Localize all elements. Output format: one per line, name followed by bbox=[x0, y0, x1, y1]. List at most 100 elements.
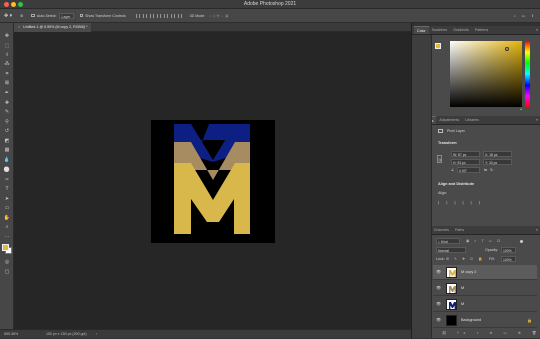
align-left-edges-icon[interactable] bbox=[135, 13, 140, 18]
magic-wand-tool-icon[interactable]: ⁂ bbox=[3, 61, 11, 67]
lasso-tool-icon[interactable]: ℓ bbox=[3, 52, 11, 58]
rectangle-tool-icon[interactable]: ▭ bbox=[3, 205, 11, 211]
layer-name[interactable]: M bbox=[461, 286, 464, 290]
document-tab-bar: × Untitled-1 @ 6.55% (M copy 2, RGB/8) * bbox=[14, 23, 411, 32]
brush-tool-icon[interactable]: ✎ bbox=[3, 109, 11, 115]
align-buttons-icon[interactable]: ⫿ ⫿ ⫿ ⫿ ⫿ ⫿ bbox=[438, 201, 483, 205]
clone-stamp-tool-icon[interactable]: ⚲ bbox=[3, 119, 11, 125]
y-field[interactable]: Y: 33 px bbox=[483, 159, 512, 165]
type-tool-icon[interactable]: T bbox=[3, 186, 11, 192]
3d-orbit-icon[interactable]: ◐ ◎ ✥ ⇔ ▣ bbox=[209, 14, 228, 18]
foreground-color-swatch[interactable] bbox=[2, 244, 9, 251]
auto-select-checkbox[interactable] bbox=[31, 13, 35, 18]
hue-slider[interactable] bbox=[525, 41, 530, 107]
document-tab[interactable]: × Untitled-1 @ 6.55% (M copy 2, RGB/8) * bbox=[14, 23, 92, 32]
options-bar: ✥ ▾ ⚙ Auto-Select: Layer Show Transform … bbox=[0, 9, 540, 23]
panel-menu-icon[interactable]: ≡ bbox=[533, 26, 540, 34]
dodge-tool-icon[interactable]: ⚪ bbox=[3, 167, 11, 173]
panel-menu-icon[interactable]: ≡ bbox=[533, 226, 540, 234]
tab-patterns[interactable]: Patterns bbox=[472, 26, 491, 34]
crop-tool-icon[interactable]: ⌗ bbox=[3, 71, 11, 77]
search-icon[interactable]: ⌕ bbox=[514, 14, 516, 18]
eyedropper-tool-icon[interactable]: ✒ bbox=[3, 90, 11, 96]
link-wh-icon[interactable]: ⛓ bbox=[437, 155, 442, 163]
tab-channels[interactable]: Channels bbox=[431, 226, 452, 234]
color-picker-cursor[interactable] bbox=[505, 47, 509, 51]
align-right-edges-icon[interactable] bbox=[149, 13, 154, 18]
document-tab-close-icon[interactable]: × bbox=[18, 25, 20, 29]
fill-label: Fill: bbox=[489, 257, 495, 261]
history-brush-tool-icon[interactable]: ↺ bbox=[3, 128, 11, 134]
marquee-tool-icon[interactable]: ⬚ bbox=[3, 43, 11, 49]
blur-tool-icon[interactable]: 💧 bbox=[3, 157, 11, 163]
lock-label: Lock: bbox=[436, 257, 445, 261]
auto-select-dropdown[interactable]: Layer bbox=[58, 12, 74, 19]
align-section-title[interactable]: Align and Distribute bbox=[438, 182, 474, 186]
layer-row-m-navy[interactable]: 👁 M bbox=[433, 297, 537, 312]
layer-name[interactable]: Background bbox=[461, 318, 481, 322]
layer-name[interactable]: M bbox=[461, 302, 464, 306]
height-field[interactable]: H: 93 px bbox=[451, 159, 480, 165]
blend-mode-dropdown[interactable]: Normal bbox=[436, 247, 466, 253]
tab-swatches[interactable]: Swatches bbox=[429, 26, 451, 34]
color-fg-swatch[interactable] bbox=[435, 43, 441, 49]
layer-kind-filter[interactable]: ⌕ Kind bbox=[436, 238, 460, 244]
flip-horizontal-icon[interactable]: ⇆ bbox=[484, 168, 487, 172]
document-canvas[interactable] bbox=[151, 120, 275, 243]
tab-adjustments[interactable]: Adjustments bbox=[436, 116, 462, 124]
healing-brush-tool-icon[interactable]: ✚ bbox=[3, 100, 11, 106]
align-vertical-centers-icon[interactable] bbox=[163, 13, 168, 18]
visibility-eye-icon[interactable]: 👁 bbox=[436, 318, 442, 322]
visibility-eye-icon[interactable]: 👁 bbox=[436, 286, 442, 290]
tools-panel: ✥ ⬚ ℓ ⁂ ⌗ ⊠ ✒ ✚ ✎ ⚲ ↺ ◩ ▦ 💧 ⚪ ✑ T ➤ ▭ ✋ … bbox=[0, 23, 14, 338]
path-selection-tool-icon[interactable]: ➤ bbox=[3, 196, 11, 202]
visibility-eye-icon[interactable]: 👁 bbox=[436, 302, 442, 306]
show-transform-checkbox[interactable] bbox=[79, 13, 84, 18]
tab-libraries[interactable]: Libraries bbox=[462, 116, 482, 124]
layer-name[interactable]: M copy 2 bbox=[461, 270, 476, 274]
screen-mode-icon[interactable]: ▢ bbox=[3, 269, 11, 275]
hand-tool-icon[interactable]: ✋ bbox=[3, 215, 11, 221]
more-align-options-icon[interactable] bbox=[177, 13, 182, 18]
tab-color[interactable]: Color bbox=[414, 26, 429, 34]
lock-icon[interactable]: 🔒 bbox=[527, 318, 532, 323]
layer-row-m-copy-2[interactable]: 👁 M copy 2 bbox=[433, 265, 537, 280]
hue-slider-handle[interactable]: ◂ bbox=[520, 107, 522, 111]
transform-section-title[interactable]: Transform bbox=[438, 141, 457, 145]
opacity-field[interactable]: 100% bbox=[501, 247, 516, 253]
fill-field[interactable]: 100% bbox=[501, 256, 516, 262]
pen-tool-icon[interactable]: ✑ bbox=[3, 177, 11, 183]
x-field[interactable]: X: 18 px bbox=[483, 151, 512, 157]
align-bottom-edges-icon[interactable] bbox=[170, 13, 175, 18]
share-icon[interactable]: ⇪ bbox=[531, 14, 534, 18]
filter-toggle-icon[interactable] bbox=[520, 240, 523, 243]
align-horizontal-centers-icon[interactable] bbox=[142, 13, 147, 18]
lock-icons[interactable]: ⊞ ✎ ✥ ⊡ 🔒 bbox=[446, 257, 485, 261]
panel-menu-icon[interactable]: ≡ bbox=[533, 116, 540, 124]
width-field[interactable]: W: 87 px bbox=[451, 151, 480, 157]
layers-footer-icons[interactable]: ⛓ fx ◑ ⊘ ▭ ⊕ 🗑 bbox=[442, 331, 540, 335]
zoom-tool-icon[interactable]: ⌕ bbox=[3, 224, 11, 230]
workspace-icon[interactable]: ▭ bbox=[522, 14, 525, 18]
align-top-edges-icon[interactable] bbox=[156, 13, 161, 18]
panel-icon-strip bbox=[412, 35, 432, 338]
angle-field[interactable]: 0.00° bbox=[457, 167, 480, 173]
eraser-tool-icon[interactable]: ◩ bbox=[3, 138, 11, 144]
flip-vertical-icon[interactable]: ⇅ bbox=[490, 168, 493, 172]
layer-row-background[interactable]: 👁 Background 🔒 bbox=[433, 313, 537, 328]
layer-filter-icons[interactable]: ▣ ◐ T ▭ ⊡ bbox=[466, 239, 502, 243]
frame-tool-icon[interactable]: ⊠ bbox=[3, 80, 11, 86]
layer-row-m-tan[interactable]: 👁 M bbox=[433, 281, 537, 296]
move-tool-icon[interactable]: ✥ bbox=[3, 33, 11, 39]
gradient-tool-icon[interactable]: ▦ bbox=[3, 147, 11, 153]
more-tools-icon[interactable]: … bbox=[3, 233, 11, 239]
saturation-brightness-field[interactable] bbox=[450, 41, 522, 107]
visibility-eye-icon[interactable]: 👁 bbox=[436, 270, 442, 274]
show-transform-label: Show Transform Controls bbox=[85, 13, 126, 18]
quick-mask-icon[interactable]: ◎ bbox=[3, 259, 11, 265]
tab-gradients[interactable]: Gradients bbox=[450, 26, 472, 34]
move-tool-options-icon[interactable]: ⚙ bbox=[20, 14, 23, 18]
status-bar: 655.36% 150 px x 150 px (300 ppi) › bbox=[0, 329, 411, 338]
move-tool-preset[interactable]: ✥ ▾ bbox=[4, 13, 12, 19]
tab-paths[interactable]: Paths bbox=[452, 226, 467, 234]
